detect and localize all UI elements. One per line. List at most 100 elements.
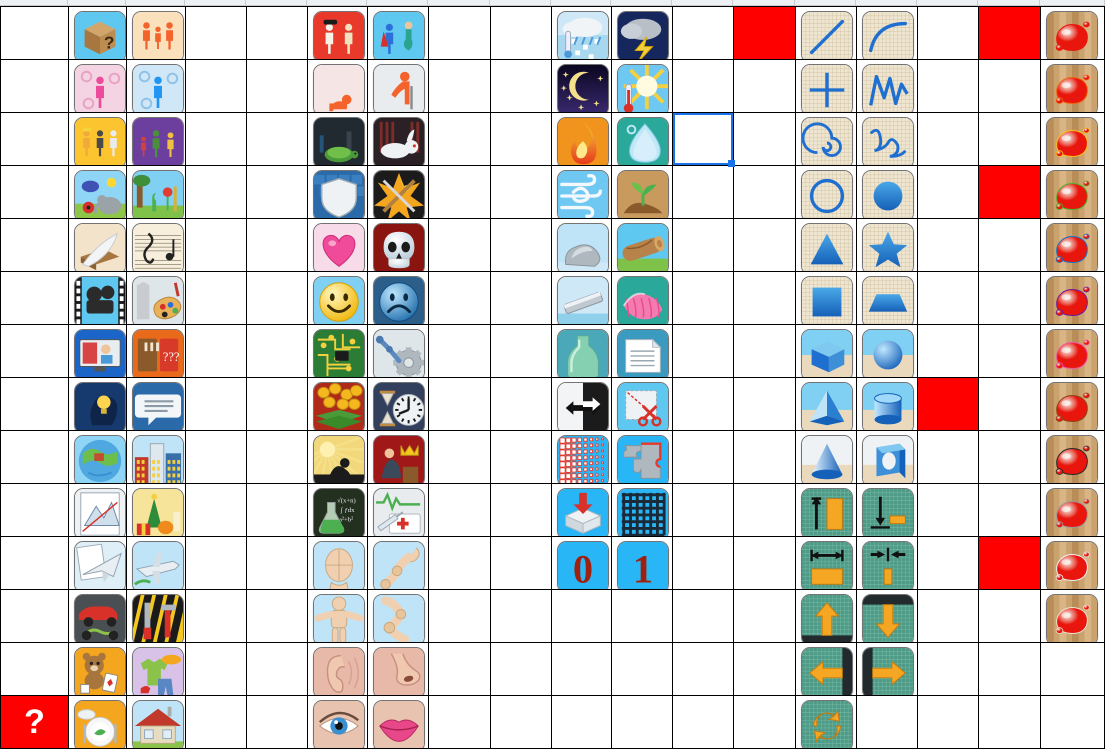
mind-thought-icon[interactable]: [74, 382, 126, 430]
television-icon[interactable]: [74, 329, 126, 377]
cinema-camera-icon[interactable]: [74, 276, 126, 324]
tile-cell-opposite-arrows[interactable]: [552, 378, 611, 430]
tile-cell-element-fire[interactable]: [552, 113, 611, 165]
sense-hearing-icon[interactable]: [313, 647, 365, 695]
cone-3d-icon[interactable]: [801, 435, 853, 483]
medicine-health-icon[interactable]: [373, 488, 425, 536]
night-moon-icon[interactable]: [557, 64, 609, 112]
tile-cell-material-metal[interactable]: [552, 272, 611, 324]
mountain-chart-icon[interactable]: [74, 488, 126, 536]
people-group-icon[interactable]: [132, 11, 184, 59]
vehicles-icon[interactable]: [74, 594, 126, 642]
tile-cell-television[interactable]: [69, 325, 126, 377]
direction-left-icon[interactable]: [801, 647, 853, 695]
tile-cell-death-skull[interactable]: [368, 219, 428, 271]
defense-shield-icon[interactable]: [313, 170, 365, 218]
weather-rain-icon[interactable]: [557, 11, 609, 59]
circle-outline-icon[interactable]: [801, 170, 853, 218]
tile-cell-music-notes[interactable]: [127, 219, 185, 271]
tile-cell-attack-weapons[interactable]: [368, 166, 428, 218]
tile-cell-male-symbol[interactable]: [127, 60, 185, 112]
tile-cell-literature-quill[interactable]: [69, 219, 126, 271]
line-curve-icon[interactable]: [862, 11, 914, 59]
tile-cell-body-torso[interactable]: [308, 590, 367, 642]
tile-cell-body-head[interactable]: [308, 537, 367, 589]
slow-turtle-icon[interactable]: [313, 117, 365, 165]
animals-icon[interactable]: [74, 170, 126, 218]
death-skull-icon[interactable]: [373, 223, 425, 271]
airplane-icon[interactable]: [132, 541, 184, 589]
tile-cell-squiggle[interactable]: [857, 113, 917, 165]
mystery-box-icon[interactable]: ?: [74, 11, 126, 59]
tile-cell-plants[interactable]: [127, 166, 185, 218]
color-purple-icon[interactable]: [1046, 276, 1098, 324]
color-red-icon[interactable]: [1046, 11, 1098, 59]
time-clock-icon[interactable]: [373, 382, 425, 430]
tile-cell-measure-width[interactable]: [796, 537, 856, 589]
material-wood-icon[interactable]: [617, 223, 669, 271]
weather-storm-icon[interactable]: [617, 11, 669, 59]
red-marker-cell[interactable]: [979, 7, 1040, 59]
electronics-board-icon[interactable]: [313, 329, 365, 377]
tile-cell-color-black[interactable]: [1041, 431, 1105, 483]
tile-cell-time-clock[interactable]: [368, 378, 428, 430]
element-fire-icon[interactable]: [557, 117, 609, 165]
tile-cell-night-moon[interactable]: [552, 60, 611, 112]
puzzle-piece-icon[interactable]: [617, 435, 669, 483]
attack-weapons-icon[interactable]: [373, 170, 425, 218]
color-green-icon[interactable]: [1046, 170, 1098, 218]
tile-cell-line-zigzag[interactable]: [857, 60, 917, 112]
tile-cell-sense-sight[interactable]: [308, 696, 367, 748]
many-dots-icon[interactable]: [557, 435, 609, 483]
tile-cell-direction-down[interactable]: [857, 590, 917, 642]
tile-cell-direction-right[interactable]: [857, 643, 917, 695]
tile-cell-material-glass[interactable]: [552, 325, 611, 377]
measure-width-icon[interactable]: [801, 541, 853, 589]
cut-scissors-icon[interactable]: [617, 382, 669, 430]
tile-cell-world-map[interactable]: [69, 431, 126, 483]
tile-cell-color-gray[interactable]: [1041, 484, 1105, 536]
color-brown-icon[interactable]: [1046, 382, 1098, 430]
tube-3d-icon[interactable]: [862, 435, 914, 483]
tile-cell-speech-bubble[interactable]: [127, 378, 185, 430]
trapezoid-icon[interactable]: [862, 276, 914, 324]
red-marker-cell[interactable]: [979, 537, 1040, 589]
sense-taste-icon[interactable]: [373, 700, 425, 748]
elderly-cane-icon[interactable]: [373, 64, 425, 112]
city-skyline-icon[interactable]: [132, 435, 184, 483]
tile-cell-element-air[interactable]: [552, 166, 611, 218]
family-group-icon[interactable]: [132, 117, 184, 165]
tile-cell-spiral[interactable]: [796, 113, 856, 165]
tile-cell-star-filled[interactable]: [857, 219, 917, 271]
house-home-icon[interactable]: [132, 700, 184, 748]
tile-cell-tools[interactable]: [127, 590, 185, 642]
tile-cell-material-stone[interactable]: [552, 219, 611, 271]
tile-cell-art-palette[interactable]: [127, 272, 185, 324]
tile-cell-religion-prayer[interactable]: [308, 431, 367, 483]
line-cross-icon[interactable]: [801, 64, 853, 112]
color-pink-icon[interactable]: [1046, 329, 1098, 377]
tile-cell-puzzle-piece[interactable]: [612, 431, 672, 483]
clothing-icon[interactable]: [132, 647, 184, 695]
circle-filled-icon[interactable]: [862, 170, 914, 218]
sense-smell-icon[interactable]: [373, 647, 425, 695]
cylinder-3d-icon[interactable]: [862, 382, 914, 430]
toys-games-icon[interactable]: [74, 647, 126, 695]
tile-cell-square-filled[interactable]: [796, 272, 856, 324]
insert-box-icon[interactable]: [557, 488, 609, 536]
religion-prayer-icon[interactable]: [313, 435, 365, 483]
grid-layer[interactable]: ????? √(x+n) ∫ ƒdx a²+b² 0 1: [0, 6, 1105, 750]
tile-cell-color-orange[interactable]: [1041, 60, 1105, 112]
tile-cell-love-heart[interactable]: [308, 219, 367, 271]
science-lab-icon[interactable]: √(x+n) ∫ ƒdx a²+b²: [313, 488, 365, 536]
tile-cell-cut-scissors[interactable]: [612, 378, 672, 430]
speech-bubble-icon[interactable]: [132, 382, 184, 430]
female-symbol-icon[interactable]: [74, 64, 126, 112]
professions-icon[interactable]: [74, 117, 126, 165]
body-head-icon[interactable]: [313, 541, 365, 589]
grid-mesh-icon[interactable]: [617, 488, 669, 536]
tile-cell-sense-hearing[interactable]: [308, 643, 367, 695]
tile-cell-slow-turtle[interactable]: [308, 113, 367, 165]
tile-cell-professions[interactable]: [69, 113, 126, 165]
holidays-icon[interactable]: [132, 488, 184, 536]
